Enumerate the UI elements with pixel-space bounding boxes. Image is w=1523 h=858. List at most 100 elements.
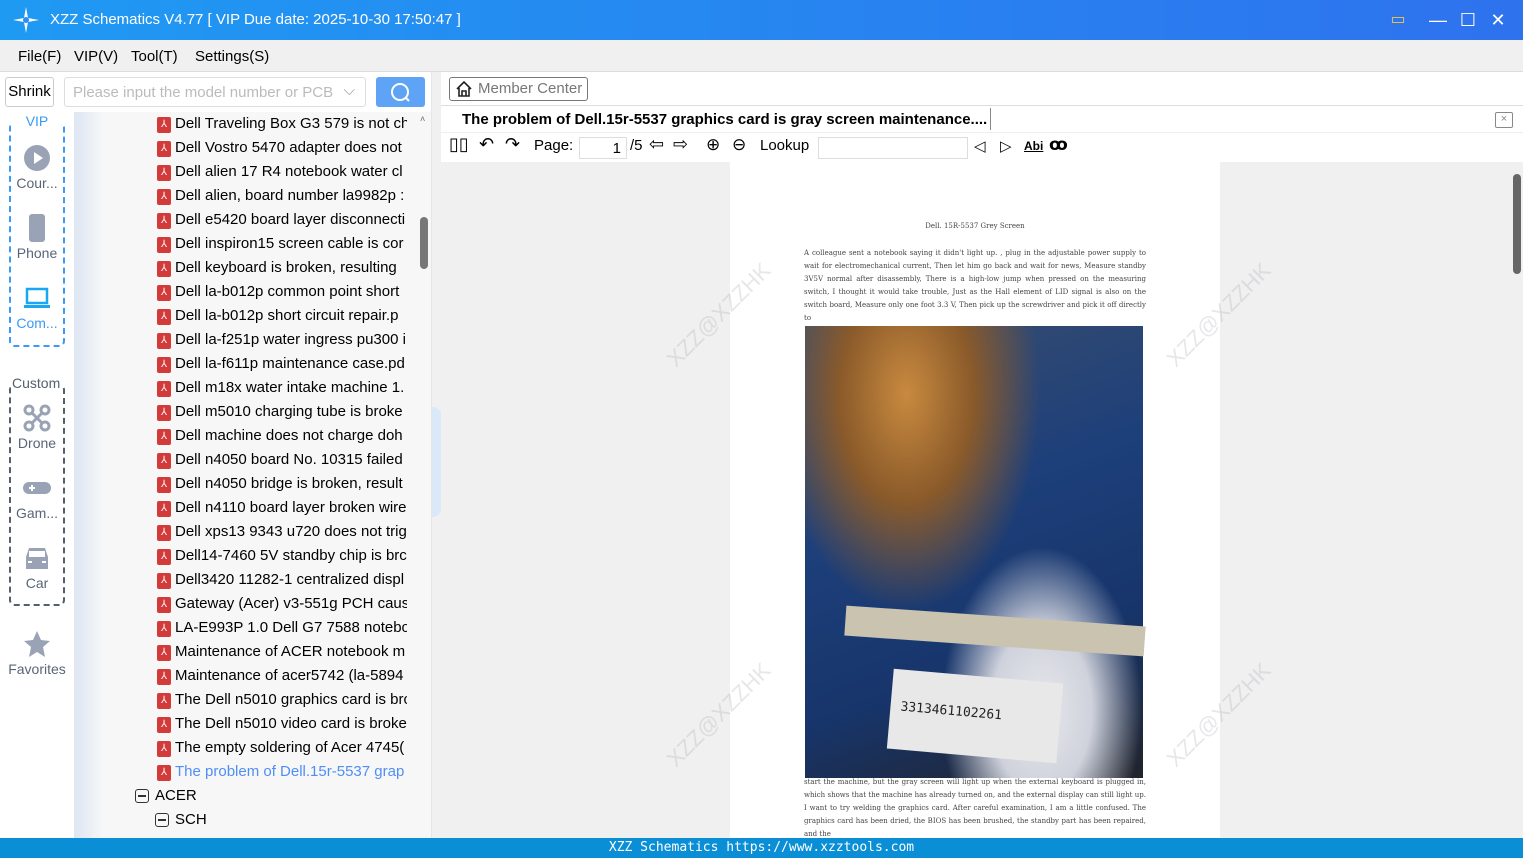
pdf-icon: ⅄: [157, 573, 171, 589]
tree-file-item[interactable]: ⅄ Dell inspiron15 screen cable is cor: [74, 233, 407, 257]
sidebar-item-computer[interactable]: Com...: [0, 284, 74, 331]
zoom-in-icon[interactable]: ⊕: [706, 135, 720, 155]
doc-paragraph-2: start the machine, but the gray screen w…: [804, 778, 1146, 838]
chevron-down-icon[interactable]: ⌵: [344, 82, 355, 99]
two-page-view-icon[interactable]: ▯▯: [449, 134, 469, 155]
tree-file-item[interactable]: ⅄ The Dell n5010 video card is broke: [74, 713, 407, 737]
tree-file-item[interactable]: ⅄ Dell machine does not charge doh: [74, 425, 407, 449]
pdf-icon: ⅄: [157, 333, 171, 349]
tree-file-item[interactable]: ⅄ Dell xps13 9343 u720 does not trig: [74, 521, 407, 545]
pdf-icon: ⅄: [157, 285, 171, 301]
tree-file-item[interactable]: ⅄ Dell n4050 board No. 10315 failed: [74, 449, 407, 473]
search-input[interactable]: Please input the model number or PCB ⌵: [64, 77, 366, 107]
sidebar-item-car[interactable]: Car: [0, 544, 74, 591]
previous-page-icon[interactable]: ⇦: [649, 134, 664, 155]
laptop-icon: [24, 287, 50, 308]
pdf-icon: ⅄: [157, 741, 171, 757]
search-button[interactable]: [376, 77, 425, 107]
viewer-scrollbar[interactable]: [1511, 162, 1523, 838]
next-page-icon[interactable]: ⇨: [673, 134, 688, 155]
pdf-icon: ⅄: [157, 141, 171, 157]
phone-icon: [29, 214, 45, 242]
collapse-icon[interactable]: [135, 789, 149, 803]
binoculars-icon[interactable]: ꝏ: [1049, 135, 1068, 155]
pdf-icon: ⅄: [157, 309, 171, 325]
tree-file-item[interactable]: ⅄ Dell la-b012p common point short: [74, 281, 407, 305]
pdf-icon: ⅄: [157, 405, 171, 421]
close-tab-icon[interactable]: ×: [1495, 112, 1513, 128]
document-view[interactable]: Dell. 15R-5537 Grey Screen A colleague s…: [441, 162, 1511, 838]
tree-file-item[interactable]: ⅄ Maintenance of ACER notebook m: [74, 641, 407, 665]
minimize-button[interactable]: —: [1426, 8, 1450, 32]
sidebar-item-phone[interactable]: Phone: [0, 214, 74, 261]
tree-file-item[interactable]: ⅄ Dell la-f611p maintenance case.pd: [74, 353, 407, 377]
find-next-icon[interactable]: ▷: [1000, 137, 1012, 155]
menu-file[interactable]: File(F): [18, 48, 61, 65]
pdf-icon: ⅄: [157, 429, 171, 445]
tree-scrollbar[interactable]: ˄: [418, 112, 431, 838]
match-case-icon[interactable]: Abi: [1024, 139, 1043, 153]
tree-file-item[interactable]: ⅄ Dell keyboard is broken, resulting: [74, 257, 407, 281]
pdf-icon: ⅄: [157, 117, 171, 133]
lookup-input[interactable]: [818, 137, 968, 159]
tree-file-item[interactable]: ⅄ Dell la-b012p short circuit repair.p: [74, 305, 407, 329]
tree-folder-sch[interactable]: SCH: [74, 809, 407, 833]
tree-folder-acer[interactable]: ACER: [74, 785, 407, 809]
tree-file-item[interactable]: ⅄ Dell n4110 board layer broken wire: [74, 497, 407, 521]
collapse-icon[interactable]: [155, 813, 169, 827]
document-tab[interactable]: The problem of Dell.15r-5537 graphics ca…: [441, 105, 1523, 133]
pdf-toolbar: ▯▯ ↶ ↷ Page: 1 /5 ⇦ ⇨ ⊕ ⊖ Lookup ◁ ▷ Abi…: [441, 133, 1523, 163]
vip-bag-icon[interactable]: ▭: [1386, 8, 1410, 32]
window-title: XZZ Schematics V4.77 [ VIP Due date: 202…: [50, 11, 461, 28]
pdf-icon: ⅄: [157, 621, 171, 637]
menu-settings[interactable]: Settings(S): [195, 48, 269, 65]
close-button[interactable]: ✕: [1486, 8, 1510, 32]
page-number-input[interactable]: 1: [579, 137, 627, 159]
menu-vip[interactable]: VIP(V): [74, 48, 118, 65]
sidebar-item-courses[interactable]: Cour...: [0, 144, 74, 191]
panel-splitter[interactable]: [431, 72, 441, 838]
scrollbar-thumb[interactable]: [1513, 174, 1521, 274]
sidebar-item-favorites[interactable]: Favorites: [0, 630, 74, 677]
left-panel: Shrink Please input the model number or …: [0, 72, 431, 838]
tree-file-item[interactable]: ⅄ LA-E993P 1.0 Dell G7 7588 notebo: [74, 617, 407, 641]
tree-file-item[interactable]: ⅄ Maintenance of acer5742 (la-5894: [74, 665, 407, 689]
pdf-icon: ⅄: [157, 213, 171, 229]
sidebar-item-games[interactable]: Gam...: [0, 474, 74, 521]
tree-file-item[interactable]: ⅄ Dell m5010 charging tube is broke: [74, 401, 407, 425]
tree-file-item[interactable]: ⅄ The empty soldering of Acer 4745(: [74, 737, 407, 761]
tree-file-item[interactable]: ⅄ Dell14-7460 5V standby chip is brc: [74, 545, 407, 569]
doc-heading: Dell. 15R-5537 Grey Screen: [925, 222, 1025, 230]
member-center-button[interactable]: Member Center: [449, 77, 588, 101]
rotate-right-icon[interactable]: ↷: [505, 134, 520, 155]
tree-file-item[interactable]: ⅄ Dell alien 17 R4 notebook water cl: [74, 161, 407, 185]
find-previous-icon[interactable]: ◁: [974, 137, 986, 155]
zoom-out-icon[interactable]: ⊖: [732, 135, 746, 155]
tree-file-item[interactable]: ⅄ Dell la-f251p water ingress pu300 i: [74, 329, 407, 353]
collapse-handle[interactable]: [432, 407, 441, 517]
tree-file-item[interactable]: ⅄ Dell m18x water intake machine 1.: [74, 377, 407, 401]
pdf-icon: ⅄: [157, 381, 171, 397]
tree-file-item[interactable]: ⅄ The problem of Dell.15r-5537 grap: [74, 761, 407, 785]
tree-file-item[interactable]: ⅄ Dell Traveling Box G3 579 is not ch: [74, 113, 407, 137]
shrink-button[interactable]: Shrink: [5, 77, 54, 107]
photo-barcode-label: 3313461102261: [886, 668, 1064, 764]
scrollbar-thumb[interactable]: [420, 217, 428, 269]
menu-bar: File(F) VIP(V) Tool(T) Settings(S): [0, 40, 1523, 72]
pdf-icon: ⅄: [157, 477, 171, 493]
tree-file-item[interactable]: ⅄ Dell n4050 bridge is broken, result: [74, 473, 407, 497]
menu-tool[interactable]: Tool(T): [131, 48, 178, 65]
maximize-button[interactable]: ☐: [1456, 8, 1480, 32]
tree-file-item[interactable]: ⅄ The Dell n5010 graphics card is brc: [74, 689, 407, 713]
star-icon: [24, 631, 50, 657]
tree-file-item[interactable]: ⅄ Dell3420 11282-1 centralized displ: [74, 569, 407, 593]
sidebar-item-drone[interactable]: Drone: [0, 404, 74, 451]
tree-file-item[interactable]: ⅄ Dell alien, board number la9982p :: [74, 185, 407, 209]
category-sidebar: VIP Cour... Phone Com... Custom Drone Ga…: [0, 112, 74, 838]
tree-file-item[interactable]: ⅄ Dell e5420 board layer disconnecti: [74, 209, 407, 233]
rotate-left-icon[interactable]: ↶: [479, 134, 494, 155]
pdf-icon: ⅄: [157, 717, 171, 733]
pdf-icon: ⅄: [157, 453, 171, 469]
tree-file-item[interactable]: ⅄ Dell Vostro 5470 adapter does not: [74, 137, 407, 161]
tree-file-item[interactable]: ⅄ Gateway (Acer) v3-551g PCH cause: [74, 593, 407, 617]
